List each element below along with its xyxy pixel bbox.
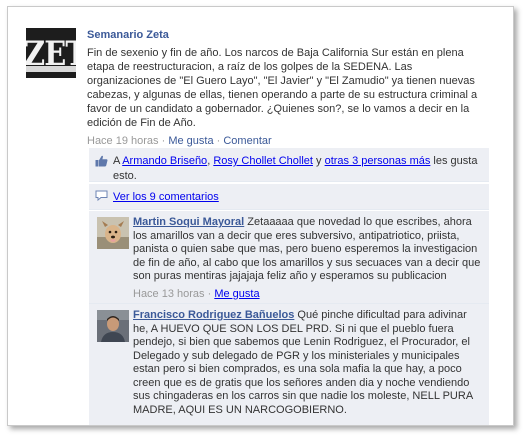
- comment-author-link[interactable]: Francisco Rodriguez Bañuelos: [133, 309, 294, 321]
- liker-link-rosy[interactable]: Rosy Chollet Chollet: [213, 155, 313, 167]
- commenter-avatar-photo[interactable]: [97, 310, 129, 342]
- comment-body: Martin Soqui Mayoral Zetaaaaa que noveda…: [133, 216, 481, 284]
- meta-separator: ·: [158, 135, 169, 147]
- feedback-box: A Armando Briseño, Rosy Chollet Chollet …: [89, 148, 489, 425]
- commenter-avatar-dog[interactable]: [97, 217, 129, 249]
- comment-like-link[interactable]: Me gusta: [214, 288, 259, 300]
- screenshot-frame: ZET Semanario Zeta Fin de sexenio y fin …: [7, 6, 514, 426]
- meta-separator: ·: [204, 287, 215, 300]
- liker-link-armando[interactable]: Armando Briseño: [122, 155, 207, 167]
- likes-prefix: A: [113, 155, 123, 167]
- comment-author-link[interactable]: Martin Soqui Mayoral: [133, 216, 244, 228]
- comment-link[interactable]: Comentar: [223, 135, 271, 147]
- logo-bar: [26, 66, 76, 72]
- post-timestamp[interactable]: Hace 19 horas: [87, 135, 159, 147]
- comment-meta: Hace 13 horas · Me gusta: [133, 287, 481, 301]
- comment-timestamp[interactable]: Hace 13 horas: [133, 288, 205, 300]
- post-message: Fin de sexenio y fin de año. Los narcos …: [87, 47, 478, 129]
- page-avatar[interactable]: ZET: [26, 28, 76, 78]
- likes-conjunction: y: [312, 155, 325, 167]
- comment-item: Francisco Rodriguez Bañuelos Qué pinche …: [89, 304, 489, 425]
- view-all-comments[interactable]: Ver los 9 comentarios: [89, 184, 489, 210]
- meta-separator: ·: [213, 135, 224, 147]
- view-comments-link[interactable]: Ver los 9 comentarios: [113, 191, 219, 203]
- comment-bubble-icon: [95, 190, 108, 201]
- post-author-link[interactable]: Semanario Zeta: [87, 29, 169, 41]
- comment-body: Francisco Rodriguez Bañuelos Qué pinche …: [133, 309, 481, 417]
- post-content: Semanario Zeta Fin de sexenio y fin de a…: [87, 29, 487, 148]
- thumbs-up-icon: [95, 155, 108, 167]
- likes-sentence: A Armando Briseño, Rosy Chollet Chollet …: [89, 148, 489, 182]
- comment-text: Qué pinche dificultad para adivinar he, …: [133, 309, 473, 416]
- others-likers-link[interactable]: otras 3 personas más: [325, 155, 431, 167]
- like-link[interactable]: Me gusta: [168, 135, 213, 147]
- comment-item: Martin Soqui Mayoral Zetaaaaa que noveda…: [89, 211, 489, 304]
- post-meta: Hace 19 horas · Me gusta · Comentar: [87, 134, 487, 148]
- story-post: ZET Semanario Zeta Fin de sexenio y fin …: [8, 7, 513, 425]
